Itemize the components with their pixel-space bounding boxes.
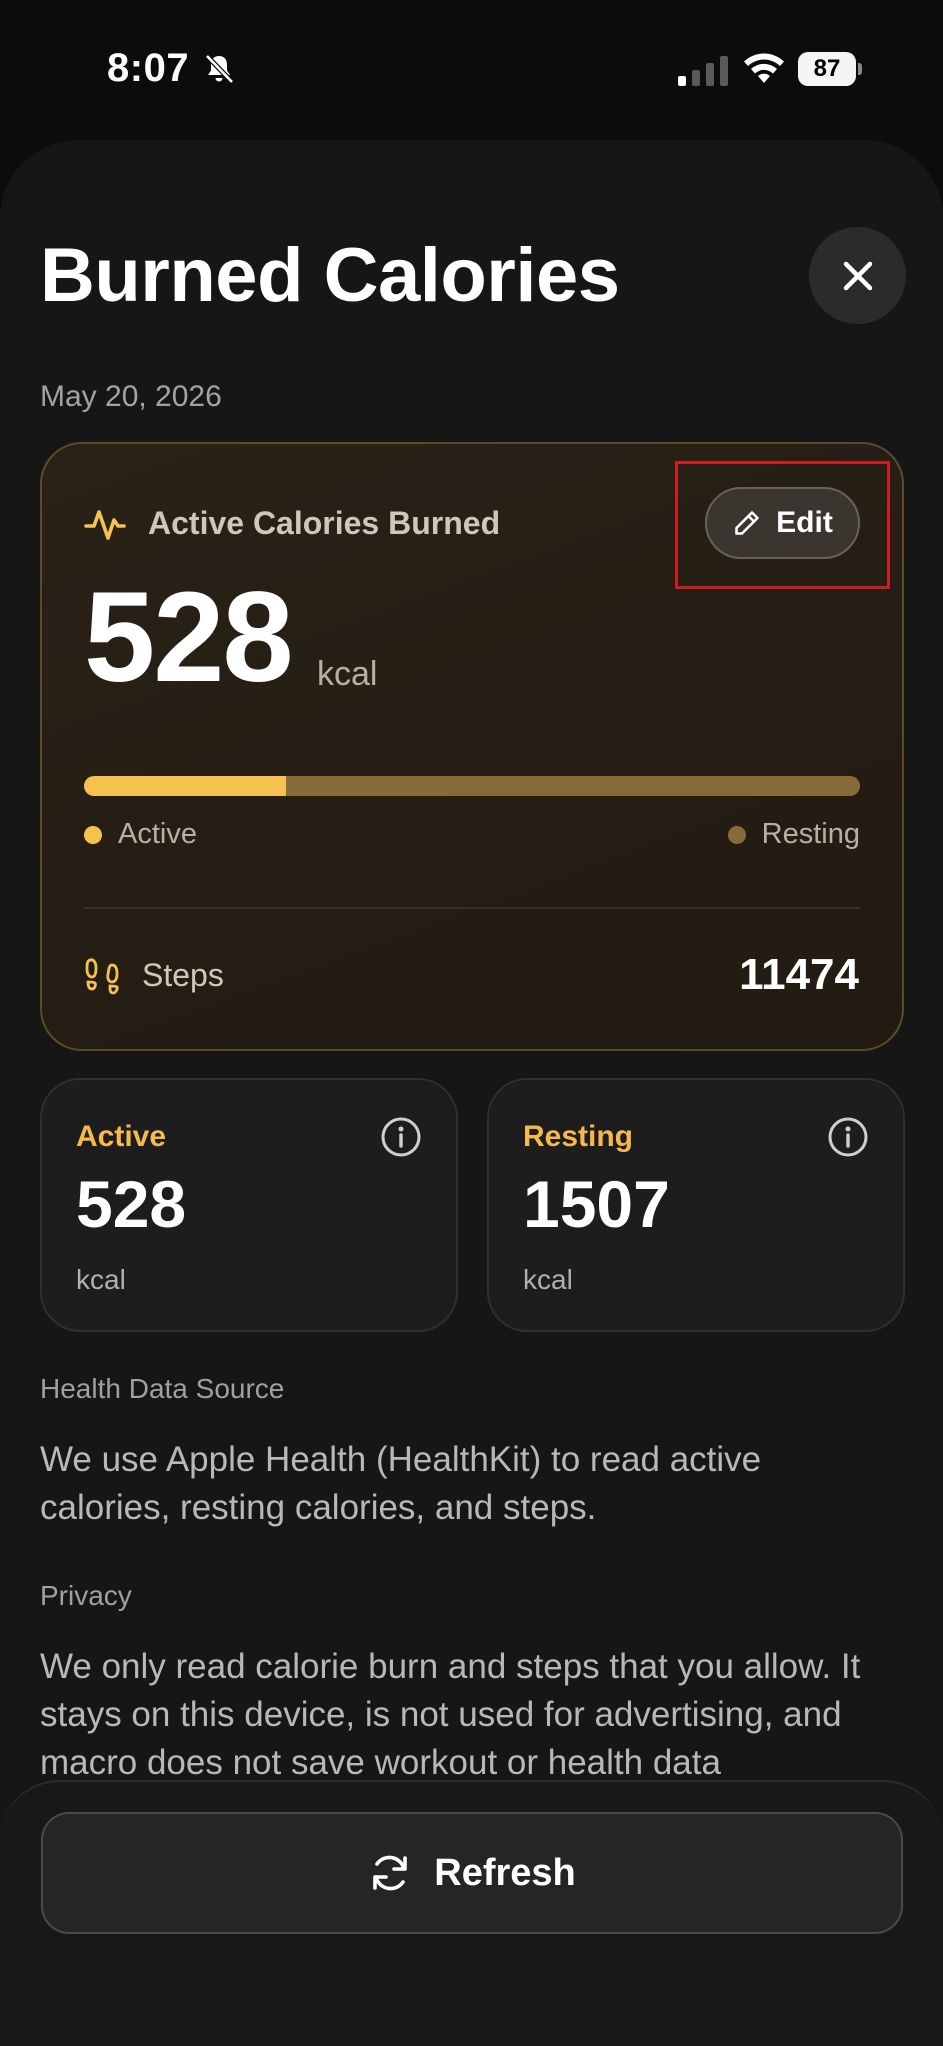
resting-summary-card: Resting 1507 kcal xyxy=(487,1078,905,1332)
cellular-signal-icon xyxy=(678,56,728,86)
refresh-button[interactable]: Refresh xyxy=(41,1812,903,1934)
resting-card-label: Resting xyxy=(523,1120,634,1153)
legend-active: Active xyxy=(84,818,197,851)
steps-label: Steps xyxy=(142,957,224,993)
calorie-split-bar xyxy=(84,776,860,796)
active-card-unit: kcal xyxy=(76,1264,126,1295)
screen: 8:07 87 Burned Calories May 20, 2026 Act… xyxy=(0,0,943,2046)
battery-cap xyxy=(858,63,862,75)
active-card-label: Active xyxy=(76,1120,167,1153)
legend-active-label: Active xyxy=(118,818,197,850)
health-source-body: We use Apple Health (HealthKit) to read … xyxy=(40,1440,762,1527)
active-calories-value: 528 xyxy=(84,566,294,709)
active-calories-unit: kcal xyxy=(317,655,378,693)
resting-card-value: 1507 xyxy=(523,1167,670,1241)
date-label: May 20, 2026 xyxy=(40,380,222,413)
close-icon xyxy=(843,261,872,290)
refresh-label: Refresh xyxy=(434,1851,576,1894)
edit-highlight-box xyxy=(675,461,890,589)
status-time: 8:07 xyxy=(107,46,190,90)
health-source-heading: Health Data Source xyxy=(40,1373,285,1404)
active-portion-fill xyxy=(84,776,286,796)
resting-dot xyxy=(727,825,746,844)
battery-level: 87 xyxy=(798,52,856,86)
status-bar: 8:07 87 xyxy=(0,0,943,140)
legend-resting: Resting xyxy=(727,818,860,851)
resting-card-unit: kcal xyxy=(523,1264,573,1295)
active-calories-label: Active Calories Burned xyxy=(148,505,501,541)
wifi-icon xyxy=(744,53,784,83)
page-title: Burned Calories xyxy=(40,233,620,318)
steps-value: 11474 xyxy=(739,950,859,999)
privacy-heading: Privacy xyxy=(40,1580,132,1611)
refresh-icon xyxy=(373,1855,408,1891)
info-icon[interactable] xyxy=(380,1116,422,1158)
footprints-icon xyxy=(85,958,119,995)
active-dot xyxy=(84,825,102,844)
card-divider xyxy=(84,907,860,909)
bell-muted-icon xyxy=(205,54,234,84)
legend-resting-label: Resting xyxy=(761,818,860,850)
active-summary-card: Active 528 kcal xyxy=(40,1078,458,1332)
privacy-body: We only read calorie burn and steps that… xyxy=(40,1647,861,1782)
active-card-value: 528 xyxy=(76,1167,187,1241)
battery-icon: 87 xyxy=(798,52,862,86)
info-icon[interactable] xyxy=(827,1116,869,1158)
close-button[interactable] xyxy=(809,227,906,324)
activity-pulse-icon xyxy=(84,510,126,540)
